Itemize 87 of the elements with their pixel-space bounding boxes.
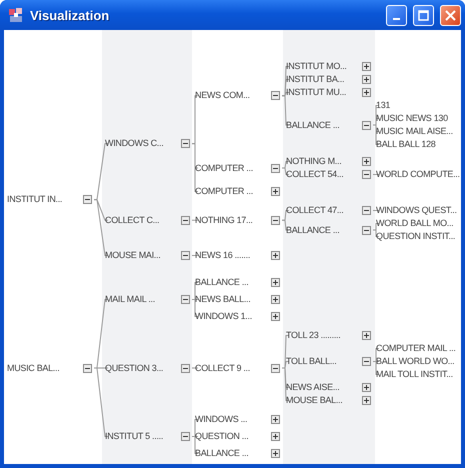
expand-toggle[interactable] [271,91,280,100]
expand-toggle[interactable] [362,206,371,215]
close-button[interactable] [440,4,461,26]
node-label[interactable]: BALLANCE ... [286,118,358,132]
node-label[interactable]: BALL BALL 128 [376,138,448,151]
minimize-button[interactable] [386,4,407,26]
maximize-icon [418,10,429,20]
connector-line [372,210,380,211]
node-label[interactable]: QUESTION 3... [105,362,177,374]
node-label[interactable]: MUSIC BAL... [7,362,79,374]
node-label[interactable]: COLLECT 47... [286,204,358,217]
node-label[interactable]: WORLD COMPUTE... [376,168,460,181]
node-label[interactable]: MAIL MAIL ... [105,293,177,306]
node-label[interactable]: COMPUTER ... [195,162,267,174]
expand-toggle[interactable] [362,157,371,166]
node-label[interactable]: TOLL BALL... [286,355,358,368]
expand-toggle[interactable] [271,432,280,441]
expand-toggle[interactable] [181,216,190,225]
expand-toggle[interactable] [362,62,371,71]
node-label[interactable]: WINDOWS C... [105,137,177,150]
maximize-button[interactable] [413,4,434,26]
node-label[interactable]: MOUSE BAL... [286,394,358,407]
node-label[interactable]: INSTITUT MU... [286,86,358,99]
node-label[interactable]: TOLL 23 ......... [286,329,358,342]
expand-toggle[interactable] [271,251,280,260]
expand-toggle[interactable] [362,383,371,392]
expand-toggle[interactable] [271,164,280,172]
node-label[interactable]: BALL WORLD WO... [376,355,454,368]
node-label[interactable]: MOUSE MAI... [105,249,177,262]
node-label[interactable]: COMPUTER MAIL ... [376,342,456,355]
expand-toggle[interactable] [271,312,280,321]
expand-toggle[interactable] [271,449,280,458]
expand-toggle[interactable] [362,88,371,97]
expand-toggle[interactable] [181,432,190,441]
expand-toggle[interactable] [362,75,371,84]
node-label[interactable]: QUESTION INSTIT... [376,230,456,243]
node-label[interactable]: BALLANCE ... [195,276,267,289]
expand-toggle[interactable] [271,216,280,225]
expand-toggle[interactable] [271,415,280,424]
connector-line [372,174,380,175]
connector-line [192,220,198,221]
expand-toggle[interactable] [362,331,371,340]
node-label[interactable]: BALLANCE ... [286,224,358,236]
window-title: Visualization [30,8,110,22]
node-label[interactable]: WINDOWS 1... [195,310,267,323]
node-label[interactable]: 131 [376,99,448,112]
node-label[interactable]: MUSIC MAIL AISE... [376,125,453,138]
app-icon [8,7,24,23]
expand-toggle[interactable] [271,364,280,372]
expand-toggle[interactable] [271,187,280,196]
expand-toggle[interactable] [181,139,190,148]
node-label[interactable]: INSTITUT MO... [286,60,358,73]
minimize-icon [393,18,400,20]
node-label[interactable]: WINDOWS ... [195,413,267,426]
expand-toggle[interactable] [181,364,190,372]
node-label[interactable]: NEWS BALL... [195,293,267,306]
node-label[interactable]: NOTHING 17... [195,214,267,227]
expand-toggle[interactable] [362,396,371,405]
close-icon [445,10,456,20]
expand-toggle[interactable] [181,295,190,304]
node-label[interactable]: INSTITUT IN... [7,193,79,206]
expand-toggle[interactable] [362,357,371,366]
node-label[interactable]: BALLANCE ... [195,447,267,460]
node-label[interactable]: WORLD BALL MO... [376,217,454,230]
expand-toggle[interactable] [362,226,371,234]
node-label[interactable]: COLLECT 9 ... [195,362,267,374]
node-label[interactable]: NEWS 16 ....... [195,249,267,262]
expand-toggle[interactable] [83,364,92,372]
expand-toggle[interactable] [181,251,190,260]
node-label[interactable]: MAIL TOLL INSTIT... [376,368,453,381]
node-label[interactable]: WINDOWS QUEST... [376,204,457,217]
node-label[interactable]: COMPUTER ... [195,185,267,198]
node-label[interactable]: NEWS AISE... [286,381,358,394]
node-label[interactable]: COLLECT C... [105,214,177,227]
connector-line [192,255,198,256]
node-label[interactable]: COLLECT 54... [286,168,358,181]
node-label[interactable]: MUSIC NEWS 130 [376,112,448,125]
expand-toggle[interactable] [362,120,371,130]
expand-toggle[interactable] [83,195,92,204]
expand-toggle[interactable] [271,295,280,304]
expand-toggle[interactable] [362,170,371,179]
node-label[interactable]: NEWS COM... [195,89,267,102]
expand-toggle[interactable] [271,278,280,287]
node-label[interactable]: INSTITUT 5 ..... [105,430,177,443]
node-label[interactable]: INSTITUT BA... [286,73,358,86]
node-label[interactable]: QUESTION ... [195,430,267,443]
node-label[interactable]: NOTHING M... [286,155,358,168]
